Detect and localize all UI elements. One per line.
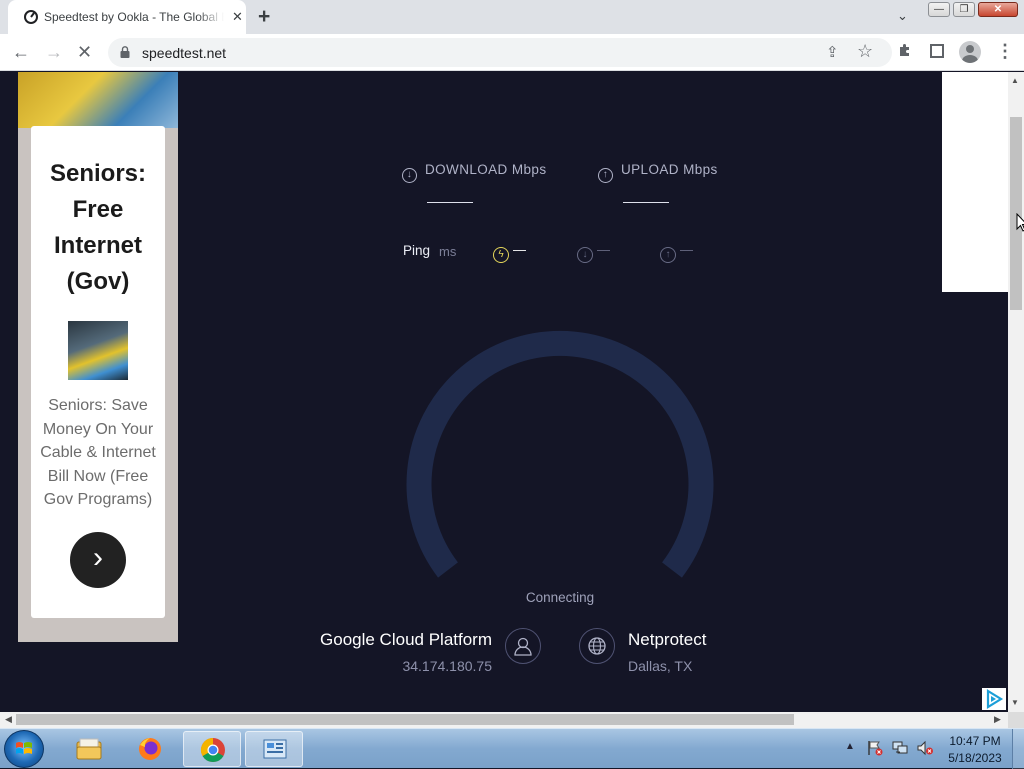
network-icon[interactable] <box>891 740 909 756</box>
horizontal-scrollbar[interactable]: ◀ ▶ <box>0 712 1008 728</box>
speedtest-favicon-icon <box>24 10 38 24</box>
ad-next-arrow-button[interactable]: › <box>70 532 126 588</box>
server-name[interactable]: Netprotect <box>628 630 706 650</box>
advertisement[interactable]: Seniors: Free Internet (Gov) Seniors: Sa… <box>18 72 178 642</box>
ping-idle-value: — <box>513 242 526 257</box>
ping-unit: ms <box>439 244 457 259</box>
speedtest-page: Seniors: Free Internet (Gov) Seniors: Sa… <box>0 72 1008 712</box>
profile-avatar-icon[interactable] <box>959 41 981 63</box>
connection-status: Connecting <box>525 590 595 605</box>
close-window-button[interactable]: ✕ <box>978 2 1018 17</box>
lock-icon[interactable] <box>120 46 130 58</box>
clock-date[interactable]: 5/18/2023 <box>944 751 1006 765</box>
ad-slot-placeholder <box>942 72 1008 292</box>
lightning-icon: ϟ <box>493 247 509 263</box>
show-desktop-button[interactable] <box>1012 729 1024 769</box>
ping-download-value: — <box>597 242 610 257</box>
firefox-icon <box>139 738 161 760</box>
minimize-button[interactable]: — <box>928 2 950 17</box>
ping-label: Ping <box>403 243 431 258</box>
server-location: Dallas, TX <box>628 658 693 674</box>
upload-label: UPLOAD Mbps <box>621 162 718 177</box>
download-arrow-icon: ↓ <box>402 168 417 183</box>
ping-upload-value: — <box>680 242 693 257</box>
taskbar-control-panel[interactable] <box>245 731 303 767</box>
stop-loading-icon[interactable]: ✕ <box>77 42 92 63</box>
download-arrow-small-icon: ↓ <box>577 247 593 263</box>
chrome-icon <box>200 738 225 763</box>
windows-taskbar: ▲ 10:47 PM 5/18/2023 <box>0 728 1024 769</box>
ad-card[interactable]: Seniors: Free Internet (Gov) Seniors: Sa… <box>31 126 165 618</box>
show-hidden-icons-button[interactable]: ▲ <box>845 741 855 752</box>
clock-time[interactable]: 10:47 PM <box>944 734 1006 748</box>
globe-icon[interactable] <box>579 628 615 664</box>
extensions-puzzle-icon[interactable] <box>897 42 913 58</box>
upload-metric-header: ↑ UPLOAD Mbps <box>598 162 718 183</box>
horizontal-scroll-thumb[interactable] <box>16 714 794 725</box>
browser-toolbar: ← → ✕ speedtest.net ⇪ ☆ ⋮ <box>0 34 1024 71</box>
taskbar-google-chrome[interactable] <box>183 731 241 767</box>
vertical-scrollbar[interactable]: ▲ ▼ <box>1008 72 1024 712</box>
back-arrow-icon[interactable]: ← <box>12 42 30 63</box>
volume-muted-icon[interactable] <box>916 740 934 756</box>
tab-strip: Speedtest by Ookla - The Global Broadban… <box>0 0 1024 34</box>
download-metric-header: ↓ DOWNLOAD Mbps <box>402 162 546 183</box>
action-center-flag-icon[interactable] <box>866 740 884 756</box>
side-panel-icon[interactable] <box>930 44 944 58</box>
ping-upload-metric: ↑ — <box>660 242 693 263</box>
browser-menu-icon[interactable]: ⋮ <box>996 41 1014 62</box>
upload-arrow-small-icon: ↑ <box>660 247 676 263</box>
bookmark-star-icon[interactable]: ☆ <box>857 41 873 62</box>
user-icon <box>505 628 541 664</box>
speed-gauge <box>406 330 714 578</box>
ad-thumbnail-image[interactable] <box>68 321 128 380</box>
upload-arrow-icon: ↑ <box>598 168 613 183</box>
adchoices-icon[interactable] <box>982 688 1006 710</box>
scroll-up-arrow-icon[interactable]: ▲ <box>1011 76 1019 85</box>
ping-download-metric: ↓ — <box>577 242 610 263</box>
ping-idle-metric: ϟ — <box>493 242 526 263</box>
isp-ip-address: 34.174.180.75 <box>402 658 492 674</box>
share-icon[interactable]: ⇪ <box>826 43 839 61</box>
control-panel-icon <box>263 739 287 759</box>
ad-headline[interactable]: Seniors: Free Internet (Gov) <box>31 156 165 300</box>
download-value-placeholder <box>427 202 473 203</box>
download-label: DOWNLOAD Mbps <box>425 162 547 177</box>
ad-body-text[interactable]: Seniors: Save Money On Your Cable & Inte… <box>31 394 165 512</box>
scroll-down-arrow-icon[interactable]: ▼ <box>1011 698 1019 707</box>
active-tab[interactable]: Speedtest by Ookla - The Global Broadban… <box>8 0 246 34</box>
tab-search-icon[interactable]: ⌄ <box>897 8 908 24</box>
forward-arrow-icon[interactable]: → <box>45 42 63 63</box>
ad-photo-cables[interactable] <box>18 72 178 128</box>
scroll-right-arrow-icon[interactable]: ▶ <box>994 714 1001 725</box>
scroll-left-arrow-icon[interactable]: ◀ <box>5 714 12 725</box>
isp-name: Google Cloud Platform <box>320 630 492 649</box>
taskbar-windows-explorer[interactable] <box>60 731 118 767</box>
maximize-button[interactable]: ❐ <box>953 2 975 17</box>
new-tab-button[interactable]: + <box>258 5 270 29</box>
folder-icon <box>76 738 102 760</box>
taskbar-firefox[interactable] <box>121 731 179 767</box>
scrollbar-corner <box>1008 712 1024 728</box>
upload-value-placeholder <box>623 202 669 203</box>
tab-close-icon[interactable]: ✕ <box>232 9 243 25</box>
windows-logo-icon <box>16 742 32 754</box>
start-button[interactable] <box>4 730 44 768</box>
address-bar[interactable]: speedtest.net ⇪ ☆ <box>108 38 892 67</box>
url-text[interactable]: speedtest.net <box>142 45 226 61</box>
mouse-cursor-icon <box>1016 213 1024 232</box>
tab-title: Speedtest by Ookla - The Global Broadban… <box>44 10 224 24</box>
